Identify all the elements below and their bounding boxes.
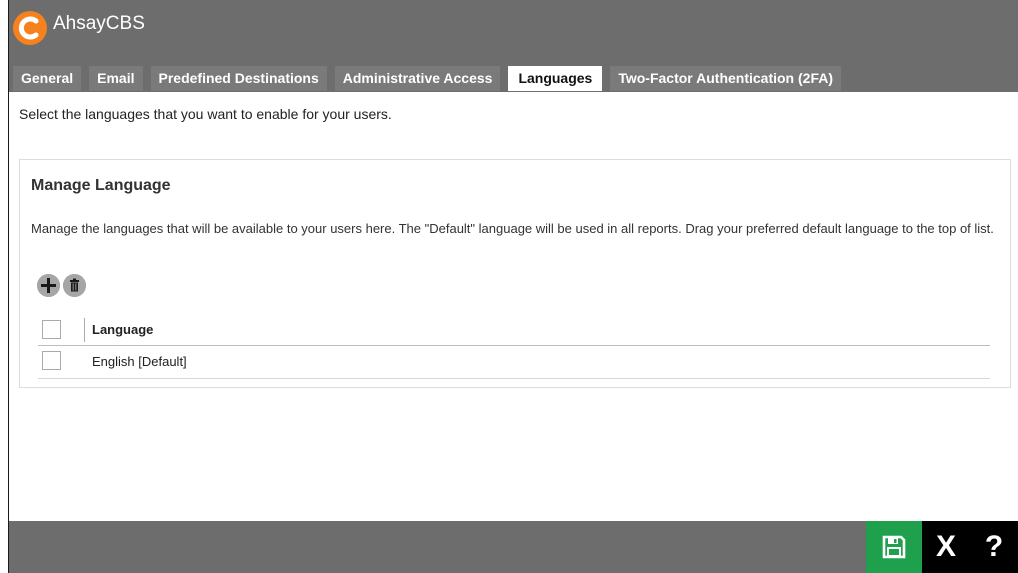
- language-cell: English [Default]: [92, 354, 187, 369]
- tab-general[interactable]: General: [13, 66, 82, 91]
- tab-email[interactable]: Email: [89, 66, 143, 91]
- intro-text: Select the languages that you want to en…: [19, 106, 392, 122]
- manage-language-panel: Manage Language Manage the languages tha…: [19, 159, 1011, 388]
- table-row[interactable]: English [Default]: [38, 346, 990, 379]
- tab-two-factor-authentication[interactable]: Two-Factor Authentication (2FA): [610, 66, 841, 91]
- tab-predefined-destinations[interactable]: Predefined Destinations: [150, 66, 327, 91]
- app-title: AhsayCBS: [53, 13, 145, 34]
- footer-bar: X ?: [9, 521, 1018, 573]
- panel-description: Manage the languages that will be availa…: [31, 221, 994, 236]
- help-button[interactable]: ?: [970, 521, 1018, 573]
- tab-bar: General Email Predefined Destinations Ad…: [13, 66, 849, 91]
- ahsay-logo-icon: [13, 11, 47, 45]
- title-bar: AhsayCBS: [9, 0, 1018, 61]
- close-button[interactable]: X: [922, 521, 970, 573]
- language-table: Language English [Default]: [38, 315, 990, 379]
- app-window: AhsayCBS General Email Predefined Destin…: [8, 0, 1018, 573]
- language-column-header: Language: [92, 322, 154, 337]
- add-language-button[interactable]: [37, 274, 60, 297]
- select-all-checkbox[interactable]: [42, 320, 61, 339]
- delete-language-button[interactable]: [63, 274, 86, 297]
- tab-languages[interactable]: Languages: [508, 66, 603, 91]
- save-button[interactable]: [866, 521, 922, 573]
- column-divider: [84, 318, 85, 342]
- row-checkbox[interactable]: [42, 351, 61, 370]
- panel-title: Manage Language: [31, 177, 171, 194]
- table-header-row: Language: [38, 315, 990, 346]
- tab-administrative-access[interactable]: Administrative Access: [334, 66, 501, 91]
